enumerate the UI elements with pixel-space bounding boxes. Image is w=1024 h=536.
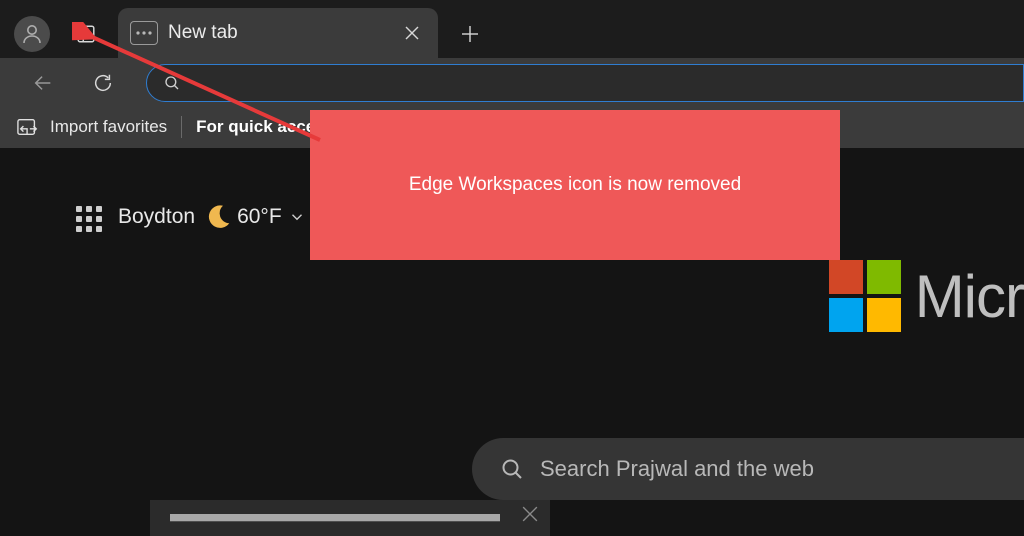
microsoft-logo-text: Micr xyxy=(915,262,1024,331)
ellipsis-icon xyxy=(135,29,153,37)
tab-favicon xyxy=(130,21,158,45)
popup-header xyxy=(170,514,500,522)
address-bar[interactable] xyxy=(146,64,1024,102)
refresh-button[interactable] xyxy=(86,66,120,100)
import-favorites-icon xyxy=(16,116,40,138)
import-favorites-link[interactable]: Import favorites xyxy=(50,117,167,137)
moon-icon xyxy=(203,202,233,232)
ntp-search-box[interactable]: Search Prajwal and the web xyxy=(472,438,1024,500)
bottom-popup xyxy=(150,500,550,536)
person-icon xyxy=(20,22,44,46)
refresh-icon xyxy=(92,72,114,94)
tab-strip: New tab xyxy=(0,0,1024,62)
back-button[interactable] xyxy=(26,66,60,100)
close-icon xyxy=(405,26,419,40)
new-tab-button[interactable] xyxy=(452,16,488,52)
microsoft-logo-icon xyxy=(829,260,901,332)
close-icon[interactable] xyxy=(522,506,538,522)
tab-actions-button[interactable] xyxy=(68,16,104,52)
ntp-search-placeholder: Search Prajwal and the web xyxy=(540,456,814,482)
microsoft-logo: Micr xyxy=(829,260,1024,332)
annotation-callout: Edge Workspaces icon is now removed xyxy=(310,110,840,260)
separator xyxy=(181,116,182,138)
top-sites-button[interactable] xyxy=(76,206,106,236)
profile-button[interactable] xyxy=(14,16,50,52)
weather-widget[interactable]: Boydton 60°F xyxy=(118,202,306,232)
tab-actions-icon xyxy=(75,23,97,45)
close-tab-button[interactable] xyxy=(398,19,426,47)
search-icon xyxy=(163,74,181,92)
search-icon xyxy=(500,457,524,481)
arrow-left-icon xyxy=(32,72,54,94)
active-tab[interactable]: New tab xyxy=(118,8,438,58)
tab-title: New tab xyxy=(168,22,398,44)
weather-temp: 60°F xyxy=(237,205,282,229)
annotation-text: Edge Workspaces icon is now removed xyxy=(409,174,741,196)
weather-city: Boydton xyxy=(118,205,195,229)
toolbar xyxy=(0,58,1024,106)
chevron-down-icon xyxy=(288,208,306,226)
plus-icon xyxy=(461,25,479,43)
